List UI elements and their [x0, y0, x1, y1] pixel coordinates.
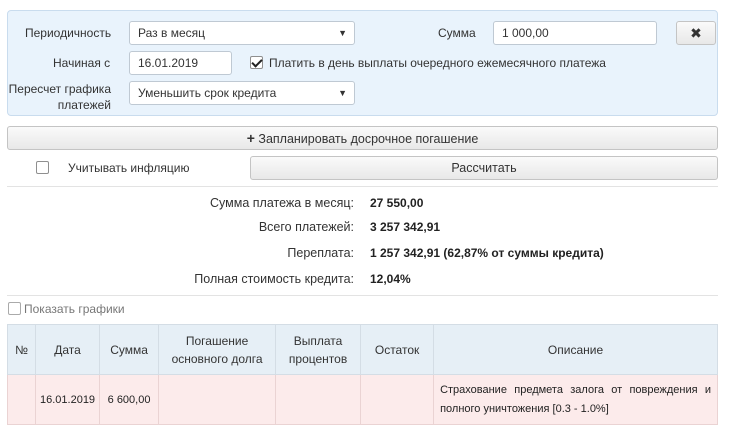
col-header-description: Описание [433, 324, 718, 375]
inflation-checkbox[interactable] [36, 161, 49, 174]
inflation-label: Учитывать инфляцию [68, 161, 190, 175]
monthly-payment-label: Сумма платежа в месяц: [210, 196, 354, 210]
recalc-label-line1: Пересчет графика [8, 82, 111, 96]
recalc-select[interactable]: Уменьшить срок кредита ▼ [129, 81, 355, 105]
show-charts-checkbox[interactable] [8, 302, 21, 315]
periodicity-value: Раз в месяц [138, 26, 205, 40]
total-payments-value: 3 257 342,91 [370, 220, 441, 234]
pay-on-day-label: Платить в день выплаты очередного ежемес… [269, 56, 606, 70]
cell-number [7, 374, 36, 425]
chevron-down-icon: ▼ [338, 88, 347, 98]
show-charts-label: Показать графики [24, 302, 125, 316]
start-date-label: Начиная с [53, 56, 111, 70]
recalc-label: Пересчет графика платежей [8, 81, 111, 113]
table-row: 16.01.2019 6 600,00 Страхование предмета… [7, 374, 718, 425]
chevron-down-icon: ▼ [338, 28, 347, 38]
sum-input[interactable]: 1 000,00 [493, 21, 657, 45]
monthly-payment-value: 27 550,00 [370, 196, 424, 210]
plus-icon: + [246, 130, 255, 146]
cell-balance [360, 374, 435, 425]
divider [7, 186, 718, 187]
sum-label: Сумма [438, 26, 476, 40]
divider [7, 295, 718, 296]
col-header-balance: Остаток [360, 324, 435, 375]
table-header-row: № Дата Сумма Погашение основного долга В… [7, 324, 718, 375]
periodicity-label: Периодичность [25, 26, 112, 40]
start-date-input[interactable]: 16.01.2019 [129, 51, 232, 75]
cell-description: Страхование предмета залога от поврежден… [433, 374, 718, 425]
cell-principal [158, 374, 277, 425]
overpayment-label: Переплата: [287, 246, 354, 260]
recalc-value: Уменьшить срок кредита [138, 86, 277, 100]
calculate-button[interactable]: Рассчитать [250, 156, 718, 180]
payment-schedule-table: № Дата Сумма Погашение основного долга В… [7, 324, 718, 425]
early-payment-panel: Периодичность Раз в месяц ▼ Сумма 1 000,… [7, 10, 718, 116]
overpayment-value: 1 257 342,91 (62,87% от суммы кредита) [370, 246, 604, 260]
cell-date: 16.01.2019 [34, 374, 101, 425]
remove-button[interactable]: ✖ [676, 21, 716, 45]
col-header-interest: Выплата процентов [275, 324, 362, 375]
cell-interest [275, 374, 362, 425]
col-header-number: № [7, 324, 36, 375]
col-header-sum: Сумма [99, 324, 160, 375]
total-payments-label: Всего платежей: [258, 220, 354, 234]
col-header-principal: Погашение основного долга [158, 324, 277, 375]
plan-early-repayment-label: Запланировать досрочное погашение [258, 132, 479, 146]
col-header-date: Дата [34, 324, 101, 375]
plan-early-repayment-button[interactable]: + Запланировать досрочное погашение [7, 126, 718, 150]
recalc-label-line2: платежей [57, 98, 111, 112]
full-credit-cost-value: 12,04% [370, 272, 411, 286]
pay-on-day-checkbox[interactable] [250, 56, 263, 69]
cell-sum: 6 600,00 [99, 374, 160, 425]
periodicity-select[interactable]: Раз в месяц ▼ [129, 21, 355, 45]
full-credit-cost-label: Полная стоимость кредита: [194, 272, 354, 286]
close-x-icon: ✖ [690, 25, 702, 41]
